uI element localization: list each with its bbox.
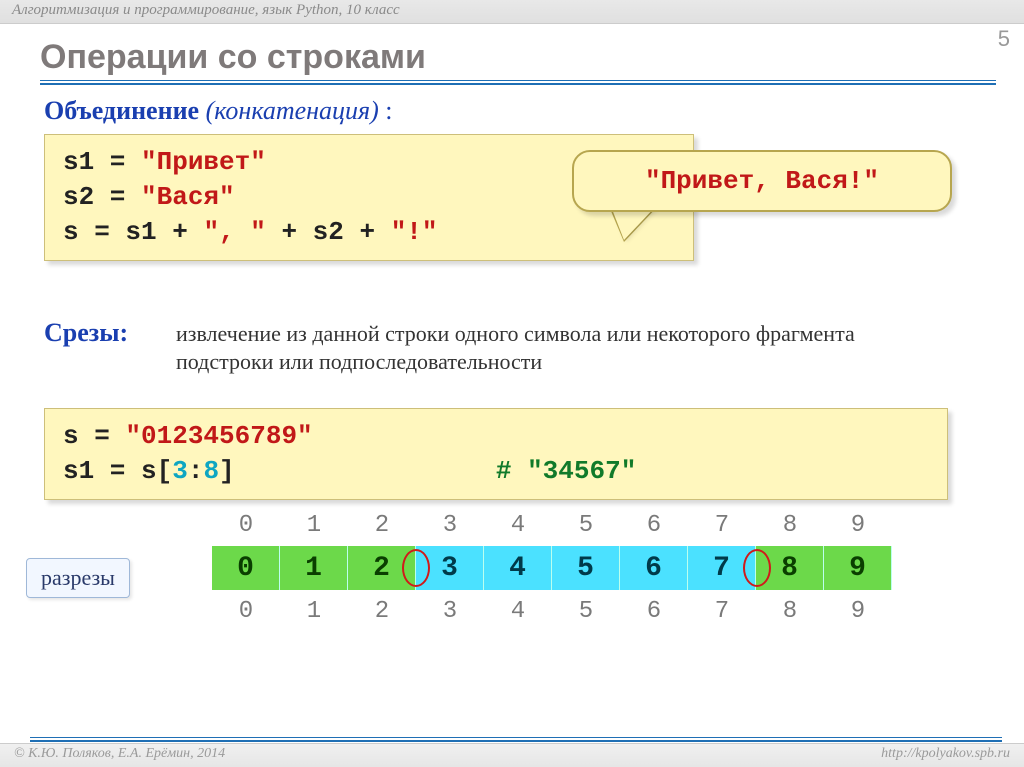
index-label: 5 <box>552 512 620 539</box>
cut-marker-icon <box>402 549 430 587</box>
code-string: "Привет" <box>141 147 266 177</box>
char-cell: 0 <box>212 546 280 590</box>
page-number: 5 <box>998 26 1010 52</box>
index-label: 5 <box>552 598 620 625</box>
char-cell: 5 <box>552 546 620 590</box>
index-label: 2 <box>348 512 416 539</box>
concat-paren: (конкатенация) <box>206 96 379 125</box>
concat-heading: Объединение (конкатенация) : <box>44 96 393 126</box>
index-label: 3 <box>416 512 484 539</box>
index-label: 8 <box>756 512 824 539</box>
header-bar: Алгоритмизация и программирование, язык … <box>0 0 1024 24</box>
code-text: ] <box>219 456 235 486</box>
index-row-top: 0123456789 <box>212 512 892 539</box>
code-text: s = <box>63 421 125 451</box>
footer-bar: © К.Ю. Поляков, Е.А. Ерёмин, 2014 http:/… <box>0 743 1024 767</box>
index-row-bottom: 0123456789 <box>212 598 892 625</box>
code-string: "!" <box>391 217 438 247</box>
index-label: 0 <box>212 512 280 539</box>
char-cell: 6 <box>620 546 688 590</box>
code-string: ", " <box>203 217 265 247</box>
code-text: s1 = <box>63 147 141 177</box>
index-label: 6 <box>620 598 688 625</box>
index-label: 3 <box>416 598 484 625</box>
index-label: 7 <box>688 512 756 539</box>
index-label: 4 <box>484 512 552 539</box>
cuts-label: разрезы <box>26 558 130 598</box>
code-comment: # "34567" <box>496 456 636 486</box>
index-label: 8 <box>756 598 824 625</box>
index-label: 0 <box>212 598 280 625</box>
index-label: 1 <box>280 512 348 539</box>
concat-label: Объединение <box>44 96 199 125</box>
index-label: 4 <box>484 598 552 625</box>
char-cell: 9 <box>824 546 892 590</box>
code-number: 3 <box>172 456 188 486</box>
footer-left: © К.Ю. Поляков, Е.А. Ерёмин, 2014 <box>14 746 225 765</box>
index-label: 1 <box>280 598 348 625</box>
char-cell: 1 <box>280 546 348 590</box>
char-cell: 4 <box>484 546 552 590</box>
index-label: 9 <box>824 512 892 539</box>
code-text: s = s1 + <box>63 217 203 247</box>
index-label: 2 <box>348 598 416 625</box>
divider-top <box>40 80 996 84</box>
code-string: "Вася" <box>141 182 235 212</box>
concat-colon: : <box>379 96 393 125</box>
cut-marker-icon <box>743 549 771 587</box>
slices-desc: извлечение из данной строки одного симво… <box>176 320 946 376</box>
slide-title: Операции со строками <box>40 38 426 77</box>
index-label: 6 <box>620 512 688 539</box>
code-text: + s2 + <box>266 217 391 247</box>
code-text: : <box>188 456 204 486</box>
index-label: 9 <box>824 598 892 625</box>
footer-right: http://kpolyakov.spb.ru <box>881 746 1010 765</box>
code-text: s2 = <box>63 182 141 212</box>
index-label: 7 <box>688 598 756 625</box>
concat-result-callout: "Привет, Вася!" <box>572 150 952 212</box>
code-number: 8 <box>203 456 219 486</box>
code-text: s1 = s[ <box>63 456 172 486</box>
divider-bottom <box>30 737 1002 741</box>
code-string: "0123456789" <box>125 421 312 451</box>
code-slices: s = "0123456789" s1 = s[3:8] # "34567" <box>44 408 948 500</box>
char-cells: 0123456789 <box>212 546 892 590</box>
slices-heading: Срезы: <box>44 318 128 348</box>
